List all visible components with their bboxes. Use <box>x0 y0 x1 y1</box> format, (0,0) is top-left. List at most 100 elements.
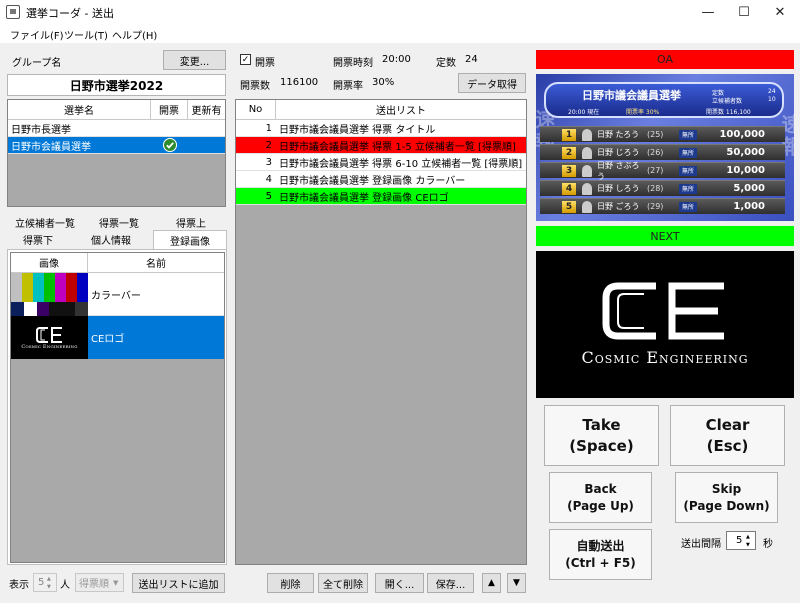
next-label: NEXT <box>536 226 794 246</box>
oa-age: (28) <box>647 184 664 193</box>
oa-age: (29) <box>647 202 664 211</box>
tab-candidates-list[interactable]: 立候補者一覧 <box>7 214 83 230</box>
skip-button[interactable]: Skip (Page Down) <box>675 472 778 523</box>
oa-party: 無所 <box>679 183 697 194</box>
close-button[interactable]: ✕ <box>762 0 798 24</box>
row-text: 日野市議会議員選挙 得票 6-10 立候補者一覧 [得票順] <box>279 158 523 170</box>
minimize-button[interactable]: — <box>690 0 726 24</box>
send-list-row[interactable]: 1 日野市議会議員選挙 得票 タイトル <box>236 120 526 137</box>
interval-stepper[interactable]: 5 ▲ ▼ <box>726 531 756 550</box>
move-down-button[interactable]: ▼ <box>507 573 526 593</box>
open-check-icon <box>151 138 188 152</box>
window-title: 選挙コーダ - 送出 <box>26 7 114 20</box>
tab-personal-info[interactable]: 個人情報 <box>69 231 153 247</box>
oa-candidate-votes: 5,000 <box>733 183 765 194</box>
open-checkbox[interactable]: ✓ <box>240 54 251 65</box>
add-to-list-button[interactable]: 送出リストに追加 <box>132 573 225 593</box>
oa-candidates: 10 <box>768 96 776 103</box>
oa-title: 日野市議会議員選挙 <box>582 89 681 102</box>
fetch-data-button[interactable]: データ取得 <box>458 73 526 93</box>
back-button[interactable]: Back (Page Up) <box>549 472 652 523</box>
display-label: 表示 <box>9 580 29 591</box>
auto-send-button[interactable]: 自動送出 (Ctrl + F5) <box>549 529 652 580</box>
sort-select[interactable]: 得票順 ▼ <box>75 573 124 592</box>
image-name: カラーバー <box>91 290 141 302</box>
tab-registered-images[interactable]: 登録画像 <box>153 230 227 249</box>
image-row-selected[interactable]: Cosmic Engineering CEロゴ <box>11 316 224 359</box>
oa-rank: 1 <box>562 128 576 141</box>
oa-rank: 2 <box>562 146 576 159</box>
oa-party: 無所 <box>679 201 697 212</box>
oa-name: 日野 さぶろう <box>597 160 640 181</box>
election-row[interactable]: 日野市長選挙 <box>8 120 225 137</box>
open-file-button[interactable]: 開く... <box>375 573 424 593</box>
oa-candidate-row: 3 日野 さぶろう (27) 無所 10,000 <box>540 161 785 181</box>
seconds-unit: 秒 <box>763 539 773 550</box>
oa-party: 無所 <box>679 147 697 158</box>
row-no: 2 <box>265 139 272 151</box>
app-icon <box>6 5 20 19</box>
clear-button[interactable]: Clear (Esc) <box>670 405 785 466</box>
chevron-down-icon: ▼ <box>113 578 119 587</box>
send-list-row[interactable]: 3 日野市議会議員選挙 得票 6-10 立候補者一覧 [得票順] <box>236 154 526 171</box>
oa-candidate-votes: 1,000 <box>733 201 765 212</box>
menu-help[interactable]: ヘルプ(H) <box>112 27 157 42</box>
delete-all-button[interactable]: 全て削除 <box>318 573 368 593</box>
tab-strip: 立候補者一覧 得票一覧 得票上 得票下 個人情報 登録画像 <box>7 214 227 249</box>
oa-candidates-label: 立候補者数 <box>712 98 743 105</box>
avatar-icon <box>582 164 592 177</box>
seats-value: 24 <box>465 54 478 65</box>
oa-candidate-row: 2 日野 じろう (26) 無所 50,000 <box>540 144 785 160</box>
tab-votes-upper[interactable]: 得票上 <box>155 214 227 230</box>
take-button[interactable]: Take (Space) <box>544 405 659 466</box>
oa-age: (26) <box>647 148 664 157</box>
menu-tools[interactable]: ツール(T) <box>64 27 108 42</box>
col-election-name: 選挙名 <box>8 100 151 119</box>
oa-name: 日野 たろう <box>597 130 640 139</box>
save-file-button[interactable]: 保存... <box>427 573 474 593</box>
image-row[interactable]: カラーバー <box>11 272 224 316</box>
oa-label: OA <box>536 50 794 69</box>
avatar-icon <box>582 200 592 213</box>
col-open: 開票 <box>151 100 188 119</box>
send-list-row[interactable]: 4 日野市議会議員選挙 登録画像 カラーバー <box>236 171 526 188</box>
move-up-button[interactable]: ▲ <box>482 573 501 593</box>
oa-candidate-row: 1 日野 たろう (25) 無所 100,000 <box>540 126 785 142</box>
col-no: No <box>236 100 276 119</box>
col-send-list: 送出リスト <box>376 106 426 117</box>
ce-logo-thumb-text: Cosmic Engineering <box>21 343 78 350</box>
send-list-header: No 送出リスト <box>236 100 526 120</box>
rate-value: 30% <box>372 77 395 88</box>
tab-votes-lower[interactable]: 得票下 <box>7 231 69 247</box>
interval-label: 送出間隔 <box>681 539 721 550</box>
next-preview: Cosmic Engineering <box>536 251 794 398</box>
group-name: 日野市選挙2022 <box>7 74 226 96</box>
delete-button[interactable]: 削除 <box>267 573 314 593</box>
oa-candidate-votes: 100,000 <box>719 129 765 140</box>
oa-candidate-votes: 50,000 <box>726 147 765 158</box>
avatar-icon <box>582 182 592 195</box>
tab-votes-list[interactable]: 得票一覧 <box>83 214 155 230</box>
change-group-button[interactable]: 変更... <box>163 50 226 70</box>
oa-votes: 開票数 116,100 <box>706 109 751 116</box>
col-updated: 更新有 <box>191 106 222 117</box>
menu-file[interactable]: ファイル(F) <box>10 27 64 42</box>
avatar-icon <box>582 128 592 141</box>
row-text: 日野市議会議員選挙 登録画像 カラーバー <box>279 175 466 187</box>
send-list-row[interactable]: 5 日野市議会議員選挙 登録画像 CEロゴ <box>236 188 526 205</box>
col-name: 名前 <box>146 259 166 270</box>
ce-logo-text: Cosmic Engineering <box>581 348 749 367</box>
row-no: 4 <box>265 173 272 185</box>
election-row-selected[interactable]: 日野市会議員選挙 <box>8 137 225 154</box>
seats-label: 定数 <box>436 58 456 69</box>
row-no: 3 <box>265 156 272 168</box>
avatar-icon <box>582 146 592 159</box>
oa-age: (25) <box>647 130 664 139</box>
maximize-button[interactable]: ☐ <box>726 0 762 24</box>
oa-candidate-row: 5 日野 ごろう (29) 無所 1,000 <box>540 198 785 214</box>
election-name: 日野市長選挙 <box>11 124 71 136</box>
display-count-stepper[interactable]: 5 ▲ ▼ <box>33 573 57 592</box>
send-list-row[interactable]: 2 日野市議会議員選挙 得票 1-5 立候補者一覧 [得票順] <box>236 137 526 154</box>
image-table-header: 画像 名前 <box>11 253 224 273</box>
oa-rate: 開票率 30% <box>626 109 660 116</box>
